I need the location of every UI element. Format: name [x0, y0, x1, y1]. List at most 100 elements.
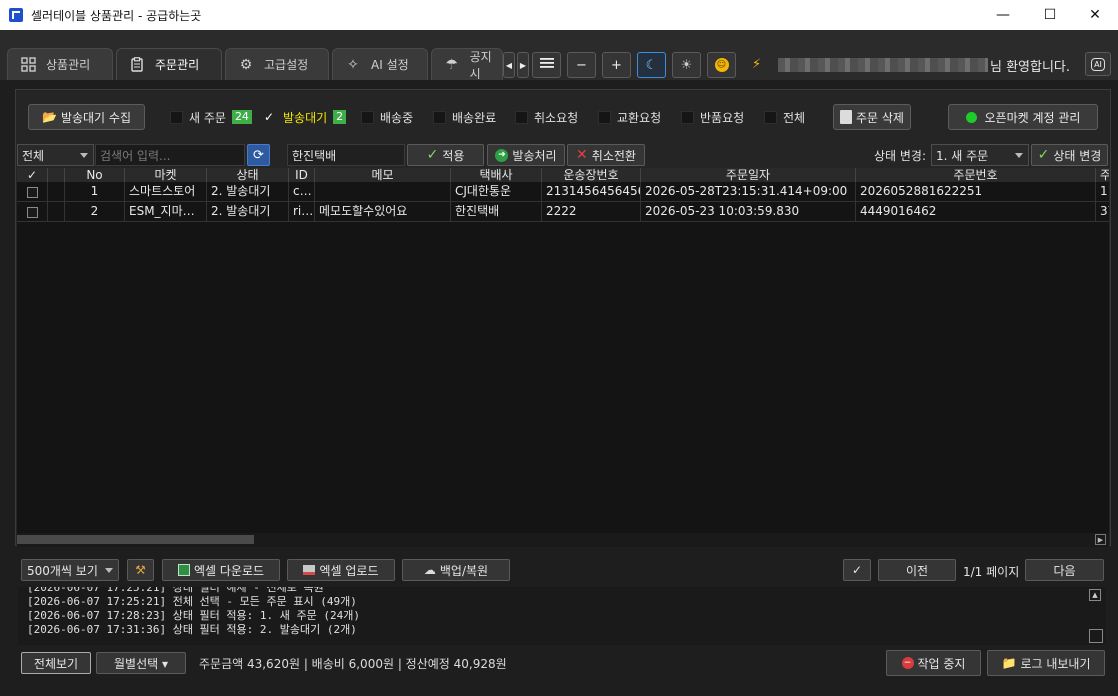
stop-job-button[interactable]: − 작업 중지	[886, 650, 981, 676]
checkbox[interactable]	[681, 110, 694, 124]
delete-order-button[interactable]: 주문 삭제	[833, 104, 911, 130]
filter-delivered[interactable]: 배송완료	[433, 110, 496, 125]
apply-button[interactable]: ✓ 적용	[407, 144, 484, 166]
row-checkbox[interactable]	[26, 207, 38, 218]
courier-field[interactable]: 한진택배	[287, 144, 405, 166]
backup-restore-button[interactable]: ☁ 백업/복원	[402, 559, 510, 581]
scroll-up-arrow-icon[interactable]: ▲	[1089, 589, 1101, 601]
hammer-icon: ⚒	[135, 563, 146, 577]
cloud-icon: ☁	[423, 563, 436, 577]
refresh-icon: ⟳	[253, 147, 264, 163]
light-mode-button[interactable]: ☀	[672, 52, 701, 78]
tab-scroll-right-button[interactable]: ▶	[517, 52, 529, 78]
prev-page-button[interactable]: 이전	[878, 559, 956, 581]
cell-order-number: 2026052881622251	[856, 182, 1096, 202]
header-market[interactable]: 마켓	[125, 168, 207, 182]
search-input[interactable]: 검색어 입력...	[95, 144, 245, 166]
filter-label: 취소요청	[534, 110, 579, 125]
chart-icon	[177, 564, 190, 576]
status-select[interactable]: 1. 새 주문	[931, 144, 1029, 166]
sun-icon: ☀	[680, 57, 693, 73]
row-checkbox-cell[interactable]	[17, 202, 48, 222]
row-indicator	[48, 182, 65, 202]
scroll-right-arrow-icon[interactable]: ▶	[1095, 534, 1106, 545]
checkbox[interactable]	[598, 110, 611, 124]
hammer-button[interactable]: ⚒	[127, 559, 154, 581]
checkbox[interactable]	[170, 110, 183, 124]
tab-advanced[interactable]: ⚙ 고급설정	[225, 48, 329, 80]
filter-shipping[interactable]: 배송중	[361, 110, 413, 125]
clipboard-icon	[129, 57, 145, 73]
checkbox[interactable]	[433, 110, 446, 124]
horizontal-scrollbar[interactable]: ▶	[17, 533, 1109, 547]
filter-all[interactable]: 전체	[764, 110, 806, 125]
filter-return-request[interactable]: 반품요청	[681, 110, 744, 125]
excel-upload-button[interactable]: 엑셀 업로드	[287, 559, 395, 581]
filter-new-order[interactable]: 새 주문 24	[170, 110, 252, 125]
filter-exchange-request[interactable]: 교환요청	[598, 110, 661, 125]
cell-courier: CJ대한통운	[451, 182, 542, 202]
header-order-number[interactable]: 주문번호	[856, 168, 1096, 182]
table-row[interactable]: 2 ESM_지마… 2. 발송대기 ri… 메모도할수있어요 한진택배 2222…	[17, 202, 1109, 222]
trash-icon	[840, 110, 852, 124]
zoom-in-button[interactable]: +	[602, 52, 631, 78]
checkbox[interactable]	[515, 110, 528, 124]
ai-chat-button[interactable]: AI	[1085, 52, 1111, 76]
header-check[interactable]: ✓	[17, 168, 48, 182]
tab-notice[interactable]: ☂ 공지시	[431, 48, 503, 80]
header-courier[interactable]: 택배사	[451, 168, 542, 182]
search-scope-select[interactable]: 전체	[17, 144, 94, 166]
header-memo[interactable]: 메모	[315, 168, 451, 182]
excel-download-button[interactable]: 엑셀 다운로드	[162, 559, 280, 581]
cancel-convert-label: 취소전환	[591, 148, 636, 163]
refresh-button[interactable]: ⟳	[247, 144, 270, 166]
per-page-select[interactable]: 500개씩 보기	[21, 559, 119, 581]
checkmark-icon[interactable]: ✓	[264, 110, 277, 124]
status-change-button[interactable]: ✓ 상태 변경	[1031, 144, 1108, 166]
stop-icon: −	[901, 657, 914, 669]
minimize-button[interactable]: —	[980, 0, 1026, 30]
scrollbar-thumb[interactable]	[17, 535, 254, 544]
emoji-button[interactable]: ☺	[707, 52, 736, 78]
cell-memo[interactable]	[315, 182, 451, 202]
tab-scroll-left-button[interactable]: ◀	[503, 52, 515, 78]
select-check-button[interactable]: ✓	[843, 559, 871, 581]
menu-button[interactable]	[532, 52, 561, 78]
filter-cancel-request[interactable]: 취소요청	[515, 110, 579, 125]
filter-label: 발송대기	[283, 110, 328, 125]
table-row[interactable]: 1 스마트스토어 2. 발송대기 c… CJ대한통운 2131456456456…	[17, 182, 1109, 202]
cancel-convert-button[interactable]: ✕ 취소전환	[567, 144, 645, 166]
view-all-button[interactable]: 전체보기	[21, 652, 91, 674]
header-no[interactable]: No	[65, 168, 125, 182]
header-status[interactable]: 상태	[207, 168, 289, 182]
tab-orders[interactable]: 주문관리	[116, 48, 222, 80]
ship-label: 발송처리	[512, 148, 557, 163]
filter-pending-shipment[interactable]: ✓ 발송대기 2	[264, 110, 347, 125]
checkbox[interactable]	[361, 110, 374, 124]
header-order-date[interactable]: 주문일자	[641, 168, 856, 182]
orders-table: ✓ No 마켓 상태 ID 메모 택배사 운송장번호 주문일자 주문번호 주 1…	[17, 168, 1109, 533]
filter-label: 전체	[783, 110, 806, 125]
row-checkbox[interactable]	[26, 187, 38, 198]
tab-ai-settings[interactable]: ✧ AI 설정	[332, 48, 428, 80]
row-checkbox-cell[interactable]	[17, 182, 48, 202]
stop-job-label: 작업 중지	[917, 656, 966, 671]
cell-memo[interactable]: 메모도할수있어요	[315, 202, 451, 222]
header-extra[interactable]: 주	[1096, 168, 1109, 182]
dark-mode-button[interactable]: ☾	[637, 52, 666, 78]
close-button[interactable]: ✕	[1072, 0, 1118, 30]
monthly-select-button[interactable]: 월별선택 ▾	[96, 652, 186, 674]
header-tracking[interactable]: 운송장번호	[542, 168, 641, 182]
zoom-out-button[interactable]: −	[567, 52, 596, 78]
header-id[interactable]: ID	[289, 168, 315, 182]
tab-product[interactable]: 상품관리	[7, 48, 113, 80]
maximize-button[interactable]: ☐	[1027, 0, 1073, 30]
open-market-account-button[interactable]: 오픈마켓 계정 관리	[948, 104, 1098, 130]
export-log-button[interactable]: 📁 로그 내보내기	[987, 650, 1105, 676]
ship-button[interactable]: ➜ 발송처리	[487, 144, 565, 166]
sparkle-icon: ✧	[347, 56, 359, 73]
next-page-button[interactable]: 다음	[1025, 559, 1104, 581]
scrollbar-corner[interactable]	[1089, 629, 1103, 643]
collect-pending-button[interactable]: 📂 발송대기 수집	[28, 104, 145, 130]
checkbox[interactable]	[764, 110, 777, 124]
